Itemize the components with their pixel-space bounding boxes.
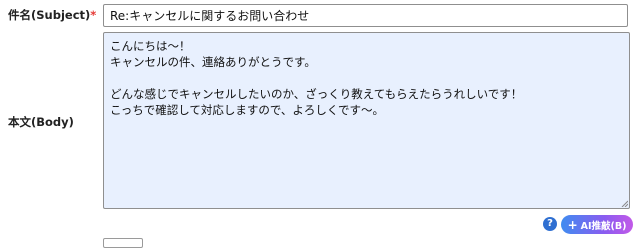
ai-polish-label: AI推敲(B) [580, 220, 627, 232]
sparkle-icon: + [567, 217, 578, 232]
help-icon[interactable]: ? [543, 217, 557, 231]
required-marker: * [90, 8, 97, 22]
subject-label: 件名(Subject)* [8, 8, 97, 22]
subject-input[interactable] [103, 4, 628, 27]
secondary-field[interactable] [103, 238, 143, 248]
resize-grip-icon[interactable] [621, 200, 628, 207]
body-label: 本文(Body) [8, 115, 74, 129]
body-textarea[interactable]: こんにちは〜！ キャンセルの件、連絡ありがとうです。 どんな感じでキャンセルした… [103, 32, 630, 209]
ai-polish-button[interactable]: + AI推敲(B) [561, 215, 633, 234]
